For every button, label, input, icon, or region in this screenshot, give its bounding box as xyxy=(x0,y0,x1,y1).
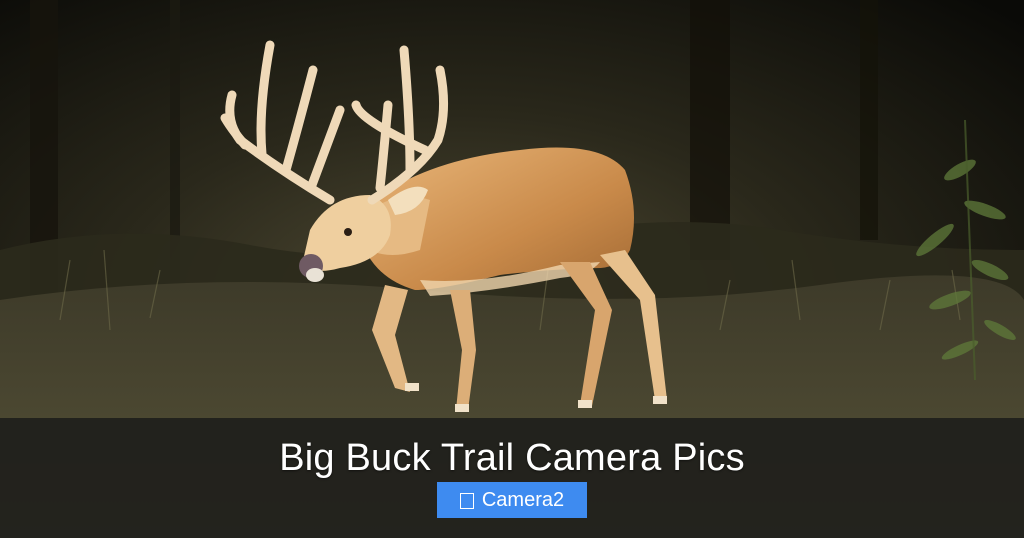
camera-tag-button[interactable]: Camera2 xyxy=(437,482,587,518)
tag-icon xyxy=(459,492,474,509)
camera-tag-label: Camera2 xyxy=(481,489,565,511)
hero-banner: Big Buck Trail Camera Pics Camera2 xyxy=(0,0,1024,538)
page-title: Big Buck Trail Camera Pics xyxy=(279,437,745,479)
